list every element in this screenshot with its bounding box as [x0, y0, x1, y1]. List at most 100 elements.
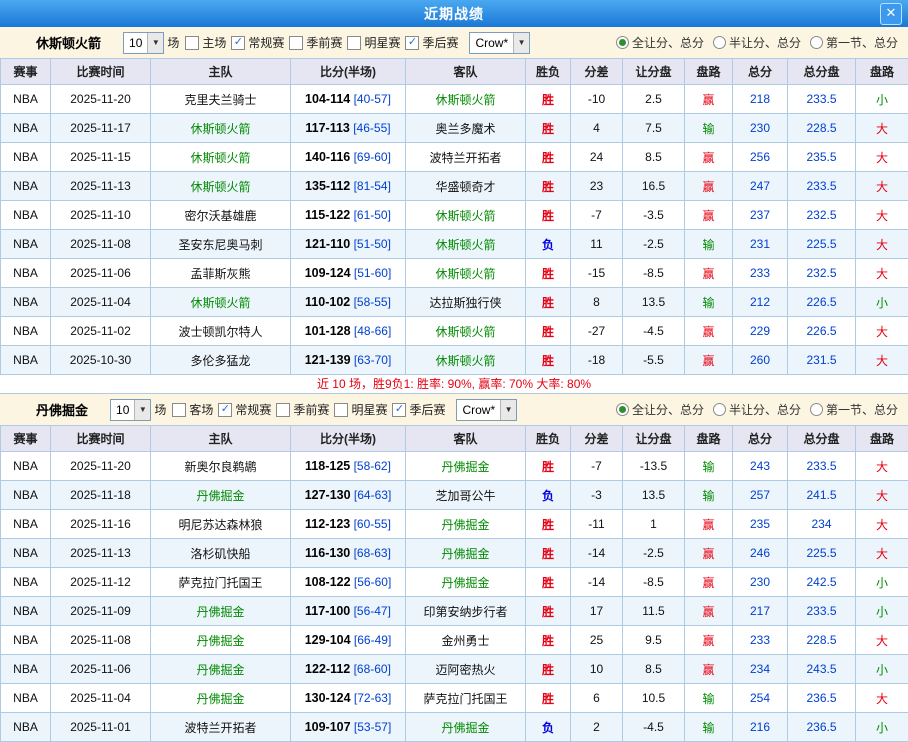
- cell-total-result: 大: [856, 201, 908, 230]
- filter-checkbox[interactable]: 明星赛: [334, 401, 387, 418]
- odds-view-radio-group: 全让分、总分半让分、总分第一节、总分: [607, 34, 908, 51]
- cell-total-line: 233.5: [788, 452, 856, 481]
- full-time-score: 108-122: [305, 575, 351, 589]
- full-time-score: 135-112: [305, 179, 350, 193]
- team-name: 休斯顿火箭: [36, 33, 101, 52]
- cell-handicap-line: 16.5: [623, 172, 685, 201]
- cell-result: 胜: [526, 317, 571, 346]
- game-row: NBA2025-11-18丹佛掘金127-130 [64-63]芝加哥公牛负-3…: [1, 481, 908, 510]
- filter-checkbox[interactable]: 主场: [185, 34, 226, 51]
- cell-total: 229: [733, 317, 788, 346]
- cell-league: NBA: [1, 288, 51, 317]
- cell-diff: -10: [571, 85, 623, 114]
- radio-label: 全让分、总分: [632, 401, 704, 418]
- checkbox-label: 主场: [202, 34, 226, 51]
- filter-checkbox[interactable]: 明星赛: [347, 34, 400, 51]
- cell-home-team: 波士顿凯尔特人: [151, 317, 291, 346]
- game-row: NBA2025-10-30多伦多猛龙121-139 [63-70]休斯顿火箭胜-…: [1, 346, 908, 375]
- cell-total: 216: [733, 713, 788, 742]
- cell-date: 2025-11-10: [51, 201, 151, 230]
- cell-total-line: 242.5: [788, 568, 856, 597]
- results-table: 赛事比赛时间主队比分(半场)客队胜负分差让分盘盘路总分总分盘盘路 NBA2025…: [0, 425, 908, 742]
- close-icon[interactable]: ✕: [880, 3, 902, 25]
- cell-home-team: 洛杉矶快船: [151, 539, 291, 568]
- column-header: 让分盘: [623, 426, 685, 452]
- game-row: NBA2025-11-09丹佛掘金117-100 [56-47]印第安纳步行者胜…: [1, 597, 908, 626]
- filter-checkbox[interactable]: 季前赛: [289, 34, 342, 51]
- cell-total: 212: [733, 288, 788, 317]
- game-row: NBA2025-11-04休斯顿火箭110-102 [58-55]达拉斯独行侠胜…: [1, 288, 908, 317]
- cell-date: 2025-11-02: [51, 317, 151, 346]
- half-time-score: [60-55]: [350, 517, 391, 531]
- cell-handicap-result: 赢: [685, 346, 733, 375]
- cell-league: NBA: [1, 510, 51, 539]
- radio-option[interactable]: 全让分、总分: [616, 401, 704, 418]
- cell-handicap-line: 1: [623, 510, 685, 539]
- cell-total: 257: [733, 481, 788, 510]
- games-count-select[interactable]: 10 ▼: [123, 32, 164, 54]
- half-time-score: [68-60]: [350, 662, 391, 676]
- column-header: 胜负: [526, 426, 571, 452]
- filter-bar: 休斯顿火箭 10 ▼ 场 主场✓常规赛季前赛明星赛✓季后赛 Crow* ▼ 全让…: [0, 27, 908, 58]
- cell-home-team: 多伦多猛龙: [151, 346, 291, 375]
- cell-date: 2025-11-17: [51, 114, 151, 143]
- column-header: 比分(半场): [291, 426, 406, 452]
- cell-total-line: 233.5: [788, 597, 856, 626]
- filter-checkbox[interactable]: ✓季后赛: [392, 401, 445, 418]
- cell-diff: -15: [571, 259, 623, 288]
- column-header: 让分盘: [623, 59, 685, 85]
- radio-label: 第一节、总分: [826, 401, 898, 418]
- cell-handicap-line: 8.5: [623, 655, 685, 684]
- cell-league: NBA: [1, 317, 51, 346]
- cell-total-result: 大: [856, 143, 908, 172]
- half-time-score: [63-70]: [351, 353, 392, 367]
- full-time-score: 110-102: [305, 295, 350, 309]
- team-section-houston: 休斯顿火箭 10 ▼ 场 主场✓常规赛季前赛明星赛✓季后赛 Crow* ▼ 全让…: [0, 27, 908, 394]
- cell-home-team: 丹佛掘金: [151, 655, 291, 684]
- full-time-score: 104-114: [305, 92, 350, 106]
- cell-diff: 6: [571, 684, 623, 713]
- filter-checkbox[interactable]: 客场: [172, 401, 213, 418]
- cell-score: 101-128 [48-66]: [291, 317, 406, 346]
- half-time-score: [64-63]: [351, 488, 392, 502]
- filter-checkbox[interactable]: 季前赛: [276, 401, 329, 418]
- cell-total-line: 236.5: [788, 684, 856, 713]
- cell-away-team: 丹佛掘金: [406, 510, 526, 539]
- checkbox-unchecked-icon: [347, 36, 361, 50]
- cell-result: 胜: [526, 510, 571, 539]
- cell-result: 负: [526, 713, 571, 742]
- cell-league: NBA: [1, 597, 51, 626]
- cell-handicap-result: 赢: [685, 655, 733, 684]
- game-row: NBA2025-11-02波士顿凯尔特人101-128 [48-66]休斯顿火箭…: [1, 317, 908, 346]
- team-name: 丹佛掘金: [36, 400, 88, 419]
- cell-handicap-line: 13.5: [623, 481, 685, 510]
- checkbox-unchecked-icon: [289, 36, 303, 50]
- radio-option[interactable]: 全让分、总分: [616, 34, 704, 51]
- radio-option[interactable]: 半让分、总分: [713, 401, 801, 418]
- filter-bar: 丹佛掘金 10 ▼ 场 客场✓常规赛季前赛明星赛✓季后赛 Crow* ▼ 全让分…: [0, 394, 908, 425]
- cell-score: 117-113 [46-55]: [291, 114, 406, 143]
- cell-total-line: 225.5: [788, 230, 856, 259]
- cell-diff: -18: [571, 346, 623, 375]
- checkbox-label: 明星赛: [364, 34, 400, 51]
- filter-checkbox[interactable]: ✓常规赛: [231, 34, 284, 51]
- cell-handicap-line: 8.5: [623, 143, 685, 172]
- odds-company-select[interactable]: Crow* ▼: [456, 399, 517, 421]
- radio-option[interactable]: 半让分、总分: [713, 34, 801, 51]
- cell-handicap-result: 赢: [685, 143, 733, 172]
- radio-option[interactable]: 第一节、总分: [810, 401, 898, 418]
- cell-total: 233: [733, 626, 788, 655]
- odds-company-select[interactable]: Crow* ▼: [469, 32, 530, 54]
- checkbox-label: 季前赛: [293, 401, 329, 418]
- cell-diff: -14: [571, 568, 623, 597]
- cell-away-team: 休斯顿火箭: [406, 346, 526, 375]
- cell-league: NBA: [1, 201, 51, 230]
- radio-option[interactable]: 第一节、总分: [810, 34, 898, 51]
- cell-total: 254: [733, 684, 788, 713]
- cell-away-team: 丹佛掘金: [406, 568, 526, 597]
- cell-total-result: 小: [856, 288, 908, 317]
- cell-home-team: 孟菲斯灰熊: [151, 259, 291, 288]
- games-count-select[interactable]: 10 ▼: [110, 399, 151, 421]
- filter-checkbox[interactable]: ✓常规赛: [218, 401, 271, 418]
- filter-checkbox[interactable]: ✓季后赛: [405, 34, 458, 51]
